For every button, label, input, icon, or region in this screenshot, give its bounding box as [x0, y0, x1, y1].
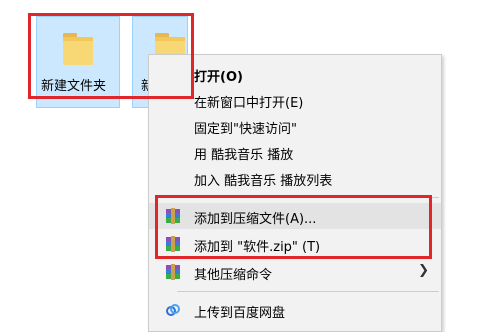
menu-item-open-new-window[interactable]: 在新窗口中打开(E) [149, 87, 441, 113]
winrar-icon [166, 236, 180, 252]
menu-item-upload-baidu[interactable]: 上传到百度网盘 [149, 297, 441, 323]
menu-item-other-compress[interactable]: 其他压缩命令 ❯ [149, 259, 441, 285]
folder-icon [63, 33, 93, 65]
context-menu: 打开(O) 在新窗口中打开(E) 固定到"快速访问" 用 酷我音乐 播放 加入 … [148, 54, 442, 332]
menu-item-open[interactable]: 打开(O) [149, 61, 441, 87]
menu-item-label: 上传到百度网盘 [194, 306, 286, 321]
menu-item-label: 其他压缩命令 [194, 268, 273, 283]
winrar-icon [166, 208, 180, 224]
menu-item-label: 用 酷我音乐 播放 [194, 148, 294, 163]
menu-item-play-kuwo[interactable]: 用 酷我音乐 播放 [149, 139, 441, 165]
menu-item-label: 添加到 "软件.zip" (T) [194, 240, 321, 255]
menu-item-add-kuwo-playlist[interactable]: 加入 酷我音乐 播放列表 [149, 165, 441, 191]
menu-item-label: 在新窗口中打开(E) [194, 96, 304, 111]
menu-item-add-to-archive[interactable]: 添加到压缩文件(A)... [149, 203, 441, 229]
menu-item-pin-quick-access[interactable]: 固定到"快速访问" [149, 113, 441, 139]
menu-item-label: 打开(O) [194, 70, 243, 85]
menu-item-label: 添加到压缩文件(A)... [194, 212, 317, 227]
chevron-right-icon: ❯ [418, 263, 429, 278]
menu-item-label: 固定到"快速访问" [194, 122, 297, 137]
menu-separator [177, 197, 439, 198]
menu-item-label: 加入 酷我音乐 播放列表 [194, 174, 333, 189]
folder-new-folder[interactable]: 新建文件夹 [36, 16, 120, 108]
folder-label: 新建文件夹 [41, 79, 107, 94]
menu-separator [177, 291, 439, 292]
baidu-netdisk-icon [166, 304, 180, 316]
winrar-icon [166, 264, 180, 280]
menu-item-add-to-zip[interactable]: 添加到 "软件.zip" (T) [149, 231, 441, 257]
